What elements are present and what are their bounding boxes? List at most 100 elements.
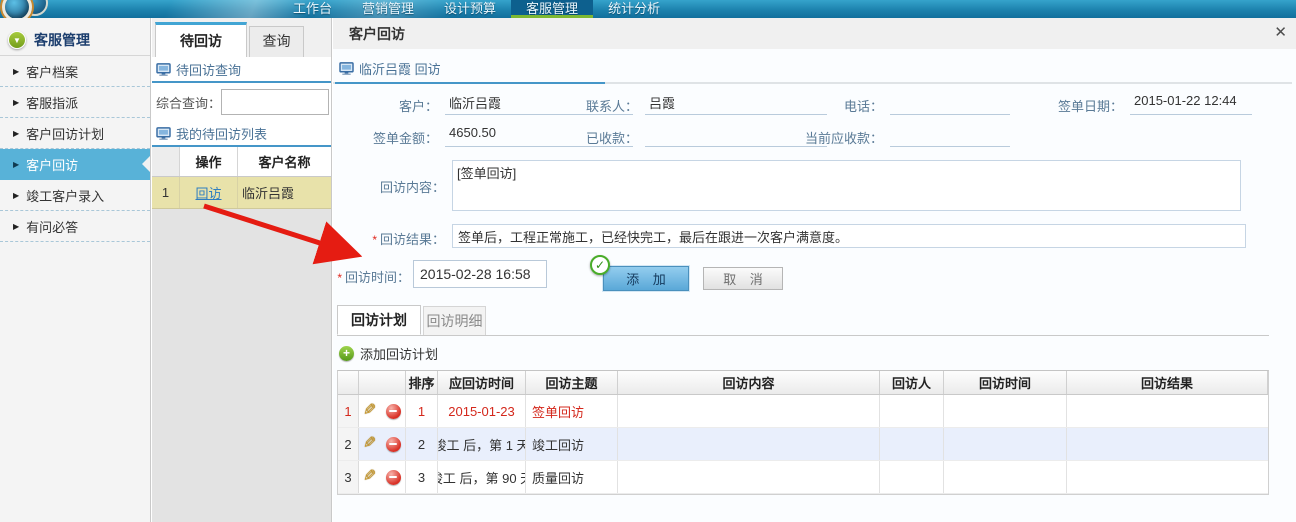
sidebar-item-customer-files[interactable]: ▶ 客户档案 <box>0 56 150 87</box>
callback-result-input[interactable] <box>452 224 1246 248</box>
edit-pencil-icon[interactable]: ✎ <box>363 403 376 419</box>
callback-content-textarea[interactable] <box>452 160 1241 211</box>
plan-table-row: 2 ✎ 2 竣工 后，第 1 天 竣工回访 <box>338 428 1268 461</box>
caret-right-icon: ▶ <box>13 129 19 138</box>
nav-item-customer-service[interactable]: 客服管理 <box>511 0 593 18</box>
header-cell-action: 操作 <box>180 147 238 176</box>
add-button[interactable]: 添 加 <box>603 266 689 291</box>
header-cell-content: 回访内容 <box>618 371 880 394</box>
header-cell-index <box>152 147 180 176</box>
sidebar-title: 客服管理 <box>34 30 90 50</box>
sidebar-item-label: 客户回访 <box>26 155 78 174</box>
person-cell <box>880 428 944 460</box>
header-cell-time: 回访时间 <box>944 371 1067 394</box>
time-cell <box>944 395 1067 427</box>
sign-date-value: 2015-01-22 12:44 <box>1130 93 1252 115</box>
nav-item-statistics[interactable]: 统计分析 <box>593 0 675 18</box>
tab-pending-callback[interactable]: 待回访 <box>155 22 247 57</box>
edit-pencil-icon[interactable]: ✎ <box>363 469 376 485</box>
my-pending-list-section-header: 我的待回访列表 <box>152 121 331 147</box>
pending-list-row-selected[interactable]: 1 回访 临沂吕霞 <box>152 177 331 209</box>
delete-minus-icon[interactable] <box>386 470 401 485</box>
caret-right-icon: ▶ <box>13 67 19 76</box>
required-asterisk: * <box>337 271 345 285</box>
sidebar-item-customer-callback[interactable]: ▶ 客户回访 <box>0 149 150 180</box>
pending-callback-panel: 待回访 查询 待回访查询 综合查询： 我的待回访列表 操作 客户名称 1 回访 … <box>152 18 332 522</box>
sidebar-item-completed-customer-entry[interactable]: ▶ 竣工客户录入 <box>0 180 150 211</box>
customer-callback-window: 客户回访 ✕ 临沂吕霞 回访 客户： 临沂吕霞 联系人： 吕霞 电话： 签单日期… <box>333 18 1296 522</box>
header-cell-actions <box>359 371 406 394</box>
section-title: 待回访查询 <box>176 60 241 79</box>
due-time-cell: 2015-01-23 <box>438 395 526 427</box>
header-cell-order: 排序 <box>406 371 438 394</box>
callback-time-input[interactable] <box>413 260 547 288</box>
sign-amount-label: 签单金额： <box>333 128 445 147</box>
tab-query[interactable]: 查询 <box>249 26 304 57</box>
sidebar-item-callback-plan[interactable]: ▶ 客户回访计划 <box>0 118 150 149</box>
combined-query-row: 综合查询： <box>152 83 331 121</box>
content-cell <box>618 461 880 493</box>
result-label: 回访结果： <box>380 232 445 247</box>
plan-table-row: 1 ✎ 1 2015-01-23 签单回访 <box>338 395 1268 428</box>
callback-link[interactable]: 回访 <box>195 183 221 202</box>
sidebar-header[interactable]: ▼ 客服管理 <box>0 25 150 56</box>
header-cell-person: 回访人 <box>880 371 944 394</box>
plan-tab-strip: 回访计划 回访明细 <box>337 305 1269 336</box>
field-phone: 电话： <box>770 91 1010 115</box>
edit-pencil-icon[interactable]: ✎ <box>363 436 376 452</box>
order-cell: 1 <box>406 395 438 427</box>
result-cell <box>1067 428 1268 460</box>
header-cell-due-time: 应回访时间 <box>438 371 526 394</box>
header-cell-blank <box>338 371 359 394</box>
sign-date-label: 签单日期： <box>1038 96 1130 115</box>
required-asterisk: * <box>372 233 380 247</box>
pending-query-section-header: 待回访查询 <box>152 57 331 83</box>
delete-minus-icon[interactable] <box>386 404 401 419</box>
sidebar-item-qa[interactable]: ▶ 有问必答 <box>0 211 150 242</box>
app-logo <box>2 0 32 18</box>
delete-minus-icon[interactable] <box>386 437 401 452</box>
caret-right-icon: ▶ <box>13 160 19 169</box>
combined-query-label: 综合查询： <box>156 93 221 112</box>
tab-callback-plan[interactable]: 回访计划 <box>337 305 421 335</box>
order-cell: 3 <box>406 461 438 493</box>
pending-list-header-row: 操作 客户名称 <box>152 147 331 177</box>
monitor-icon <box>156 63 171 76</box>
sidebar-item-label: 客户回访计划 <box>26 124 104 143</box>
received-label: 已收款： <box>560 128 645 147</box>
section-title: 临沂吕霞 回访 <box>359 59 441 78</box>
customer-label: 客户： <box>333 96 445 115</box>
header-cell-customer-name: 客户名称 <box>238 147 331 176</box>
nav-item-design-budget[interactable]: 设计预算 <box>429 0 511 18</box>
sidebar-item-service-assign[interactable]: ▶ 客服指派 <box>0 87 150 118</box>
nav-item-marketing[interactable]: 营销管理 <box>347 0 429 18</box>
top-navbar: 工作台 营销管理 设计预算 客服管理 统计分析 <box>0 0 1296 18</box>
middle-tab-strip: 待回访 查询 <box>152 18 331 57</box>
due-time-cell: 竣工 后，第 90 天 <box>438 461 526 493</box>
top-nav-items: 工作台 营销管理 设计预算 客服管理 统计分析 <box>278 0 675 18</box>
tab-callback-detail[interactable]: 回访明细 <box>423 306 486 335</box>
combined-query-input[interactable] <box>221 89 329 115</box>
caret-right-icon: ▶ <box>13 222 19 231</box>
phone-value <box>890 93 1010 115</box>
collapse-chevron-icon[interactable]: ▼ <box>8 31 26 49</box>
time-cell <box>944 428 1067 460</box>
nav-item-workbench[interactable]: 工作台 <box>278 0 347 18</box>
field-sign-date: 签单日期： 2015-01-22 12:44 <box>1038 91 1252 115</box>
receivable-value <box>890 125 1010 147</box>
plan-table-row: 3 ✎ 3 竣工 后，第 90 天 质量回访 <box>338 461 1268 494</box>
plan-table-header-row: 排序 应回访时间 回访主题 回访内容 回访人 回访时间 回访结果 <box>338 371 1268 395</box>
due-time-cell: 竣工 后，第 1 天 <box>438 428 526 460</box>
section-underline <box>333 82 1292 84</box>
close-icon[interactable]: ✕ <box>1274 25 1287 40</box>
callback-plan-table: 排序 应回访时间 回访主题 回访内容 回访人 回访时间 回访结果 1 ✎ 1 2… <box>337 370 1269 495</box>
add-callback-plan-button[interactable]: + 添加回访计划 <box>339 344 438 363</box>
topic-cell: 竣工回访 <box>526 428 618 460</box>
row-index: 1 <box>152 177 180 208</box>
topic-cell: 质量回访 <box>526 461 618 493</box>
caret-right-icon: ▶ <box>13 98 19 107</box>
receivable-label: 当前应收款： <box>770 128 890 147</box>
topic-cell: 签单回访 <box>526 395 618 427</box>
row-number: 2 <box>338 428 359 460</box>
cancel-button[interactable]: 取 消 <box>703 267 783 290</box>
